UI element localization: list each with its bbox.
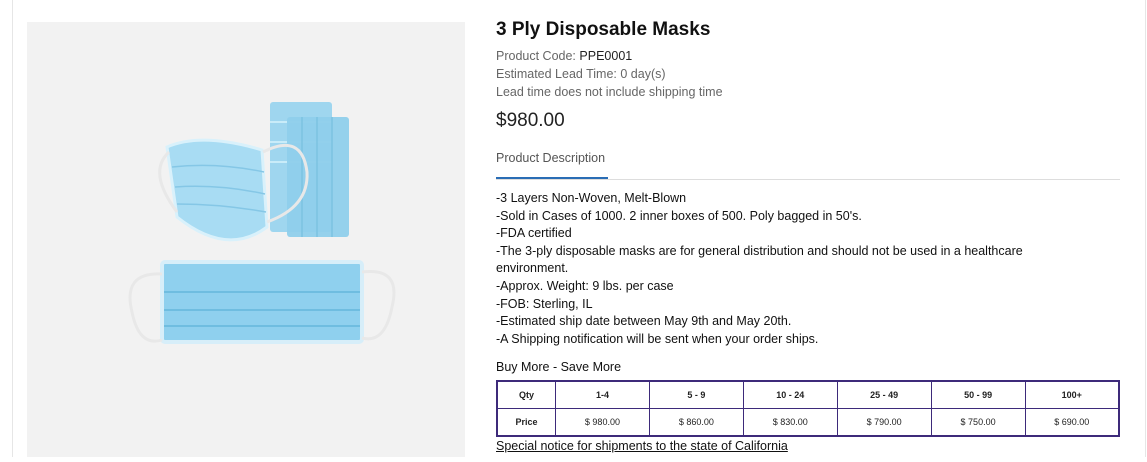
description-line: -FDA certified	[496, 226, 572, 241]
price-cell: $ 690.00	[1024, 408, 1120, 437]
price-cell: $ 790.00	[836, 408, 932, 437]
price-tier-table: Qty 1-4 5 - 9 10 - 24 25 - 49 50 - 99 10…	[496, 380, 1120, 437]
qty-cell: 25 - 49	[836, 380, 932, 409]
masks-illustration	[128, 102, 396, 344]
product-code-label: Product Code:	[496, 49, 576, 63]
qty-label: Qty	[496, 380, 556, 409]
product-info: 3 Ply Disposable Masks Product Code: PPE…	[496, 18, 1120, 133]
product-description: -3 Layers Non-Woven, Melt-Blown -Sold in…	[496, 190, 1096, 348]
qty-cell: 100+	[1024, 380, 1120, 409]
qty-row: Qty 1-4 5 - 9 10 - 24 25 - 49 50 - 99 10…	[496, 380, 1120, 409]
buy-more-heading: Buy More - Save More	[496, 360, 622, 374]
tab-product-description[interactable]: Product Description	[496, 151, 608, 179]
description-line: -The 3-ply disposable masks are for gene…	[496, 243, 1023, 276]
qty-cell: 5 - 9	[648, 380, 744, 409]
product-code-value: PPE0001	[579, 49, 633, 63]
product-image	[27, 22, 465, 457]
price-label: Price	[496, 408, 556, 437]
product-price: $980.00	[496, 110, 565, 131]
price-cell: $ 980.00	[555, 408, 650, 437]
description-line: -Approx. Weight: 9 lbs. per case	[496, 278, 674, 293]
qty-cell: 10 - 24	[742, 380, 838, 409]
description-line: -Sold in Cases of 1000. 2 inner boxes of…	[496, 208, 862, 223]
price-cell: $ 860.00	[648, 408, 744, 437]
description-line: -FOB: Sterling, IL	[496, 296, 593, 311]
price-cell: $ 750.00	[930, 408, 1026, 437]
qty-cell: 50 - 99	[930, 380, 1026, 409]
product-code: Product Code: PPE0001	[496, 47, 1120, 65]
description-line: -Estimated ship date between May 9th and…	[496, 314, 792, 329]
product-title: 3 Ply Disposable Masks	[496, 19, 711, 40]
lead-time-note: Lead time does not include shipping time	[496, 85, 723, 99]
tab-bar: Product Description	[496, 151, 1120, 180]
qty-cell: 1-4	[555, 380, 650, 409]
description-line: -A Shipping notification will be sent wh…	[496, 331, 819, 346]
description-line: -3 Layers Non-Woven, Melt-Blown	[496, 191, 687, 205]
price-row: Price $ 980.00 $ 860.00 $ 830.00 $ 790.0…	[496, 408, 1120, 437]
price-cell: $ 830.00	[742, 408, 838, 437]
lead-time: Estimated Lead Time: 0 day(s)	[496, 67, 666, 81]
california-notice-link[interactable]: Special notice for shipments to the stat…	[496, 439, 788, 453]
